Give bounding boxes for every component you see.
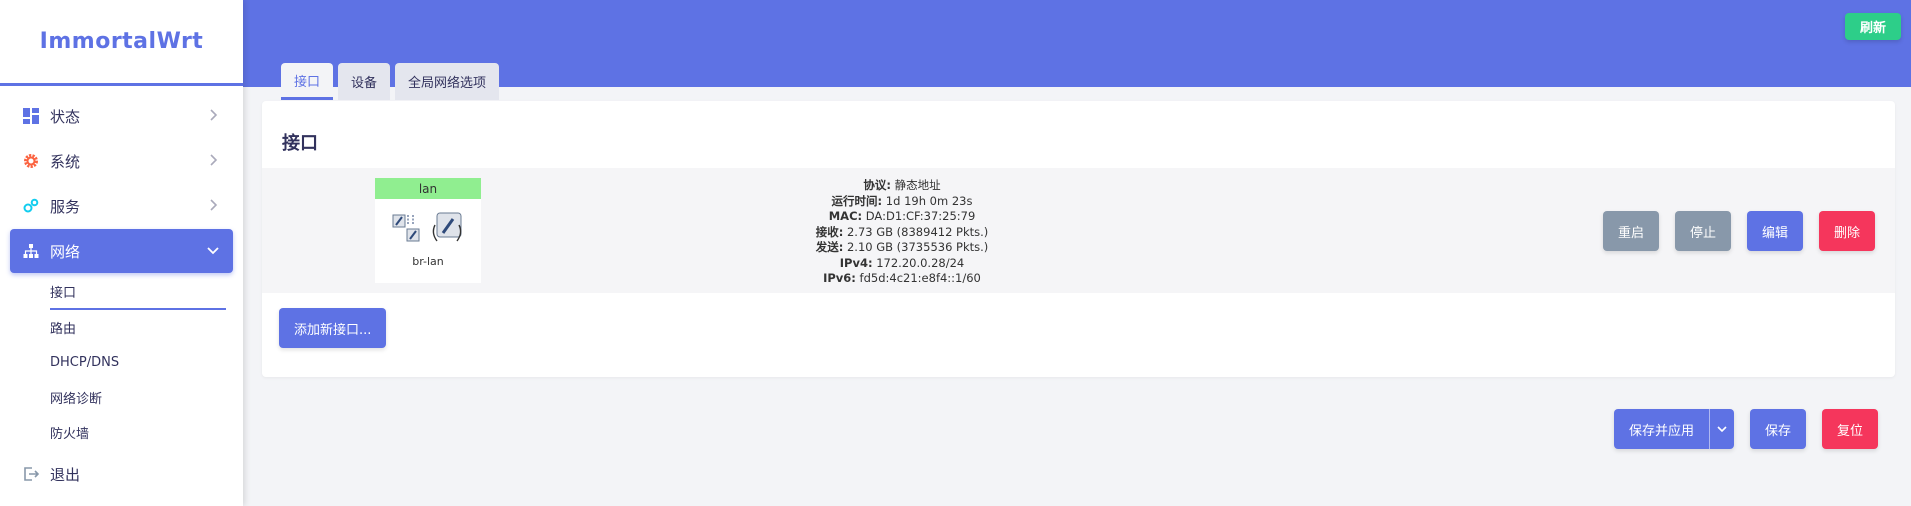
save-button[interactable]: 保存 <box>1749 409 1806 449</box>
interface-icons <box>375 199 481 255</box>
interface-name: lan <box>375 178 481 199</box>
save-apply-button[interactable]: 保存并应用 <box>1613 409 1710 449</box>
chevron-right-icon <box>210 154 218 166</box>
info-rx: 接收: 2.73 GB (8389412 Pkts.) <box>815 224 989 239</box>
interface-row: lan br-lan 协议: 静态地址 运行时间: 1d 19h 0m 23s … <box>262 168 1895 293</box>
sidebar-item-logout[interactable]: 退出 <box>10 452 233 496</box>
bridge-icon <box>432 212 462 242</box>
info-ipv6: IPv6: fd5d:4c21:e8f4::1/60 <box>823 271 981 285</box>
ethernet-icon <box>392 214 420 242</box>
brand-logo[interactable]: ImmortalWrt <box>0 0 243 86</box>
cogs-icon <box>22 197 40 215</box>
submenu-item-interfaces[interactable]: 接口 <box>50 274 226 310</box>
info-protocol: 协议: 静态地址 <box>863 178 941 192</box>
submenu-item-dhcp-dns[interactable]: DHCP/DNS <box>50 345 226 380</box>
tab-interfaces[interactable]: 接口 <box>281 63 334 100</box>
interface-info: 协议: 静态地址 运行时间: 1d 19h 0m 23s MAC: DA:D1:… <box>742 178 1062 287</box>
info-tx: 发送: 2.10 GB (3735536 Pkts.) <box>815 240 989 254</box>
sidebar-item-services[interactable]: 服务 <box>10 184 233 228</box>
sidebar-item-network[interactable]: 网络 <box>10 229 233 273</box>
dashboard-icon <box>22 107 40 125</box>
interface-actions: 重启 停止 编辑 删除 <box>1602 211 1875 251</box>
interface-badge: lan br-lan <box>375 178 481 283</box>
tab-devices[interactable]: 设备 <box>338 63 391 100</box>
info-ipv4: IPv4: 172.20.0.28/24 <box>839 255 965 270</box>
logout-icon <box>22 465 40 483</box>
network-icon <box>22 242 40 260</box>
info-uptime: 运行时间: 1d 19h 0m 23s <box>831 193 973 208</box>
sidebar-item-label: 网络 <box>50 242 81 261</box>
save-apply-split-button: 保存并应用 <box>1613 409 1734 449</box>
network-submenu: 接口 路由 DHCP/DNS 网络诊断 防火墙 <box>50 274 243 450</box>
sidebar-item-label: 服务 <box>50 197 81 216</box>
chevron-right-icon <box>210 109 218 121</box>
interfaces-card: 接口 lan br-lan 协议: 静态地址 运行时间: 1d 19h 0m 2… <box>262 101 1895 377</box>
delete-button[interactable]: 删除 <box>1818 211 1875 251</box>
stop-button[interactable]: 停止 <box>1674 211 1731 251</box>
restart-button[interactable]: 重启 <box>1602 211 1659 251</box>
footer-actions: 保存并应用 保存 复位 <box>1613 409 1878 449</box>
chevron-down-icon <box>1717 426 1727 433</box>
edit-button[interactable]: 编辑 <box>1746 211 1803 251</box>
tab-bar: 接口 设备 全局网络选项 <box>281 63 504 100</box>
card-title: 接口 <box>282 133 318 154</box>
chevron-down-icon <box>207 247 219 255</box>
interface-device: br-lan <box>412 255 444 268</box>
submenu-item-firewall[interactable]: 防火墙 <box>50 415 226 450</box>
sidebar-nav: 状态 系统 服务 网络 接口 路由 DHCP/DNS 网络诊断 防火墙 退出 <box>0 86 243 496</box>
submenu-item-routes[interactable]: 路由 <box>50 310 226 345</box>
reset-button[interactable]: 复位 <box>1821 409 1878 449</box>
save-apply-dropdown[interactable] <box>1709 409 1734 449</box>
sidebar-item-label: 退出 <box>50 465 81 484</box>
chevron-right-icon <box>210 199 218 211</box>
gear-icon <box>22 152 40 170</box>
sidebar-item-status[interactable]: 状态 <box>10 94 233 138</box>
refresh-button[interactable]: 刷新 <box>1845 13 1901 40</box>
submenu-item-diagnostics[interactable]: 网络诊断 <box>50 380 226 415</box>
sidebar-item-system[interactable]: 系统 <box>10 139 233 183</box>
tab-global-network-options[interactable]: 全局网络选项 <box>395 63 500 100</box>
brand-name: ImmortalWrt <box>39 29 204 54</box>
info-mac: MAC: DA:D1:CF:37:25:79 <box>828 209 976 223</box>
add-interface-button[interactable]: 添加新接口... <box>279 308 387 348</box>
sidebar: ImmortalWrt 状态 系统 服务 网络 接口 路由 DHCP/DNS 网… <box>0 0 243 506</box>
sidebar-item-label: 状态 <box>50 107 81 126</box>
sidebar-item-label: 系统 <box>50 152 81 171</box>
